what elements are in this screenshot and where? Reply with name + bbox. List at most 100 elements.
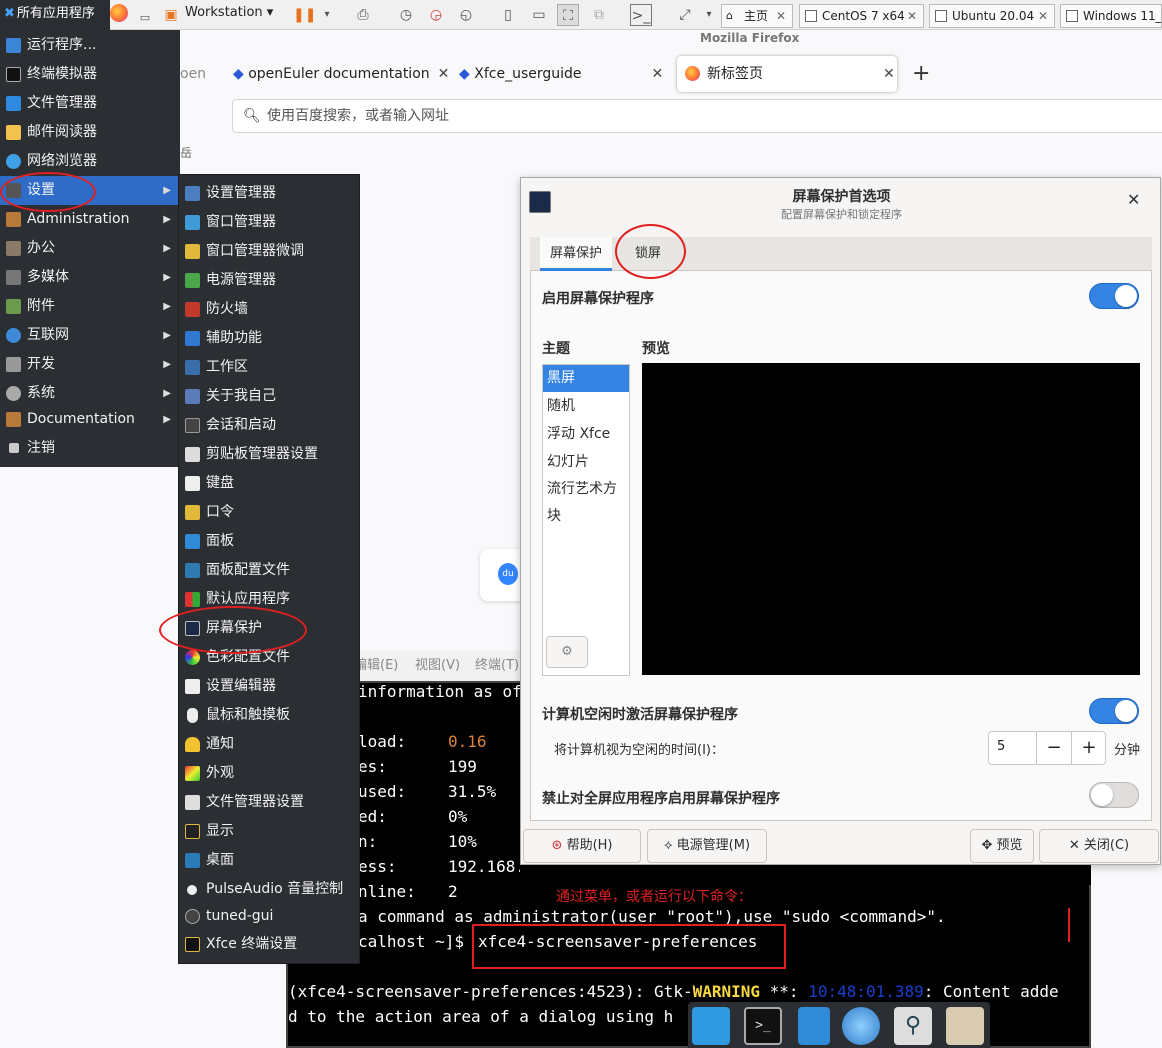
close-icon[interactable]: ✕ bbox=[776, 5, 786, 27]
increment-button[interactable]: + bbox=[1071, 732, 1106, 764]
theme-settings-button[interactable]: ⚙ bbox=[546, 636, 588, 668]
close-icon[interactable]: ✕ bbox=[883, 56, 895, 92]
fullscreen-inhibit-toggle[interactable] bbox=[1089, 782, 1139, 808]
menu-item-internet[interactable]: 互联网 ▶ bbox=[0, 321, 180, 350]
menu-item-accessories[interactable]: 附件 ▶ bbox=[0, 292, 180, 321]
submenu-item[interactable]: 口令 bbox=[179, 498, 359, 527]
menu-item-run[interactable]: 运行程序... bbox=[0, 31, 180, 60]
menu-edit[interactable]: 编辑(E) bbox=[354, 651, 398, 681]
idle-time-value[interactable]: 5 bbox=[997, 739, 1005, 754]
tab-screensaver[interactable]: 屏幕保护 bbox=[540, 237, 613, 271]
submenu-item[interactable]: 设置编辑器 bbox=[179, 672, 359, 701]
menu-item-system[interactable]: 系统 ▶ bbox=[0, 379, 180, 408]
menu-item-browser[interactable]: 网络浏览器 bbox=[0, 147, 180, 176]
chevron-down-icon[interactable]: ▾ bbox=[698, 4, 720, 26]
vm-tab-windows[interactable]: Windows 11_BIC bbox=[1060, 4, 1162, 28]
terminal-icon[interactable]: >_ bbox=[744, 1007, 782, 1045]
menu-item-logout[interactable]: 注销 bbox=[0, 434, 180, 463]
tab-openeuler[interactable]: ◆ openEuler documentation ✕ bbox=[233, 57, 449, 91]
submenu-item[interactable]: 窗口管理器微调 bbox=[179, 237, 359, 266]
applications-menu-button[interactable]: ✖所有应用程序 ⋮ bbox=[0, 0, 110, 49]
menu-view[interactable]: 视图(V) bbox=[415, 651, 460, 681]
browser-icon[interactable] bbox=[842, 1007, 880, 1045]
submenu-item[interactable]: PulseAudio 音量控制 bbox=[179, 875, 359, 904]
submenu-item[interactable]: 窗口管理器 bbox=[179, 208, 359, 237]
theme-item[interactable]: 幻灯片 bbox=[543, 449, 629, 476]
revert-snapshot-icon[interactable]: ◶ bbox=[425, 4, 447, 26]
submenu-item[interactable]: 辅助功能 bbox=[179, 324, 359, 353]
menu-item-terminal[interactable]: 终端模拟器 bbox=[0, 60, 180, 89]
firefox-launcher-icon[interactable] bbox=[110, 4, 128, 22]
close-icon[interactable]: ✕ bbox=[1127, 190, 1140, 209]
chevron-down-icon[interactable]: ▾ bbox=[316, 4, 338, 26]
sidebar-icon[interactable]: ▯ bbox=[497, 4, 519, 26]
submenu-item[interactable]: 关于我自己 bbox=[179, 382, 359, 411]
terminal-line-value: 0.16 bbox=[448, 732, 487, 751]
decrement-button[interactable]: − bbox=[1036, 732, 1071, 764]
pause-icon[interactable]: ❚❚ bbox=[293, 4, 316, 26]
snapshot-icon[interactable]: ◷ bbox=[395, 4, 417, 26]
folder-icon[interactable] bbox=[946, 1007, 984, 1045]
submenu-item[interactable]: 电源管理器 bbox=[179, 266, 359, 295]
submenu-item[interactable]: 防火墙 bbox=[179, 295, 359, 324]
submenu-item[interactable]: Xfce 终端设置 bbox=[179, 930, 359, 959]
thumbnail-icon[interactable]: ▭ bbox=[528, 4, 550, 26]
theme-item[interactable]: 浮动 Xfce bbox=[543, 421, 629, 448]
menu-item-multimedia[interactable]: 多媒体 ▶ bbox=[0, 263, 180, 292]
close-button[interactable]: ✕ 关闭(C) bbox=[1039, 829, 1159, 863]
unity-icon[interactable]: ⧉ bbox=[588, 4, 610, 26]
menu-item-documentation[interactable]: Documentation ▶ bbox=[0, 405, 180, 434]
menu-item-mail[interactable]: 邮件阅读器 bbox=[0, 118, 180, 147]
help-button[interactable]: ⊛ 帮助(H) bbox=[523, 829, 641, 863]
theme-item[interactable]: 随机 bbox=[543, 393, 629, 420]
submenu-item[interactable]: 键盘 bbox=[179, 469, 359, 498]
vm-tab-centos[interactable]: CentOS 7 x64 ✕ bbox=[799, 4, 924, 28]
tab-xfce-userguide[interactable]: ◆ Xfce_userguide ✕ bbox=[459, 57, 663, 91]
stretch-icon[interactable]: ⤢ bbox=[674, 4, 696, 26]
url-bar[interactable]: 🔍︎ 使用百度搜索，或者输入网址 bbox=[232, 99, 1162, 133]
submenu-item[interactable]: 面板 bbox=[179, 527, 359, 556]
tab-partial[interactable]: oen bbox=[180, 57, 206, 91]
enable-screensaver-toggle[interactable] bbox=[1089, 283, 1139, 309]
theme-item[interactable]: 流行艺术方块 bbox=[543, 476, 629, 524]
close-icon[interactable]: ✕ bbox=[652, 66, 664, 82]
power-management-button[interactable]: ⟡ 电源管理(M) bbox=[647, 829, 767, 863]
submenu-item[interactable]: 面板配置文件 bbox=[179, 556, 359, 585]
workstation-menu[interactable]: Workstation ▾ bbox=[185, 5, 273, 20]
submenu-item[interactable]: tuned-gui bbox=[179, 902, 359, 931]
submenu-item[interactable]: 文件管理器设置 bbox=[179, 788, 359, 817]
snapshot-manager-icon[interactable]: ◵ bbox=[455, 4, 477, 26]
submenu-item[interactable]: 通知 bbox=[179, 730, 359, 759]
vm-tab-home[interactable]: ⌂ 主页 ✕ bbox=[721, 4, 793, 28]
close-icon[interactable]: ✕ bbox=[907, 5, 917, 27]
close-icon[interactable]: ✕ bbox=[438, 66, 450, 82]
submenu-item[interactable]: 剪贴板管理器设置 bbox=[179, 440, 359, 469]
close-icon[interactable]: ✕ bbox=[1038, 5, 1048, 27]
idle-activate-toggle[interactable] bbox=[1089, 698, 1139, 724]
fullscreen-icon[interactable]: ⛶ bbox=[557, 4, 579, 26]
submenu-item[interactable]: 显示 bbox=[179, 817, 359, 846]
menu-item-file-manager[interactable]: 文件管理器 bbox=[0, 89, 180, 118]
submenu-item[interactable]: 桌面 bbox=[179, 846, 359, 875]
preview-button[interactable]: ✥ 预览 bbox=[970, 829, 1034, 863]
submenu-item[interactable]: 外观 bbox=[179, 759, 359, 788]
new-tab-button[interactable]: + bbox=[912, 61, 930, 86]
file-manager-icon[interactable] bbox=[798, 1007, 830, 1045]
tab-new-tab[interactable]: 新标签页 ✕ bbox=[677, 56, 897, 92]
menu-terminal[interactable]: 终端(T) bbox=[475, 651, 519, 681]
console-icon[interactable]: >_ bbox=[630, 4, 652, 26]
theme-item[interactable]: 黑屏 bbox=[543, 365, 629, 392]
idle-time-spinner[interactable]: 5 − + bbox=[988, 731, 1106, 765]
menu-item-office[interactable]: 办公 ▶ bbox=[0, 234, 180, 263]
submenu-item[interactable]: 鼠标和触摸板 bbox=[179, 701, 359, 730]
submenu-item[interactable]: 设置管理器 bbox=[179, 179, 359, 208]
menu-item-development[interactable]: 开发 ▶ bbox=[0, 350, 180, 379]
chevron-right-icon: ▶ bbox=[163, 214, 171, 225]
send-keys-icon[interactable]: ⎙ bbox=[352, 4, 374, 26]
vm-tab-ubuntu[interactable]: Ubuntu 20.04 ✕ bbox=[929, 4, 1055, 28]
search-icon[interactable]: ⚲ bbox=[894, 1007, 932, 1045]
submenu-item[interactable]: 会话和启动 bbox=[179, 411, 359, 440]
restore-icon[interactable]: ▭ bbox=[134, 7, 156, 29]
show-desktop-icon[interactable] bbox=[692, 1007, 730, 1045]
submenu-item[interactable]: 工作区 bbox=[179, 353, 359, 382]
